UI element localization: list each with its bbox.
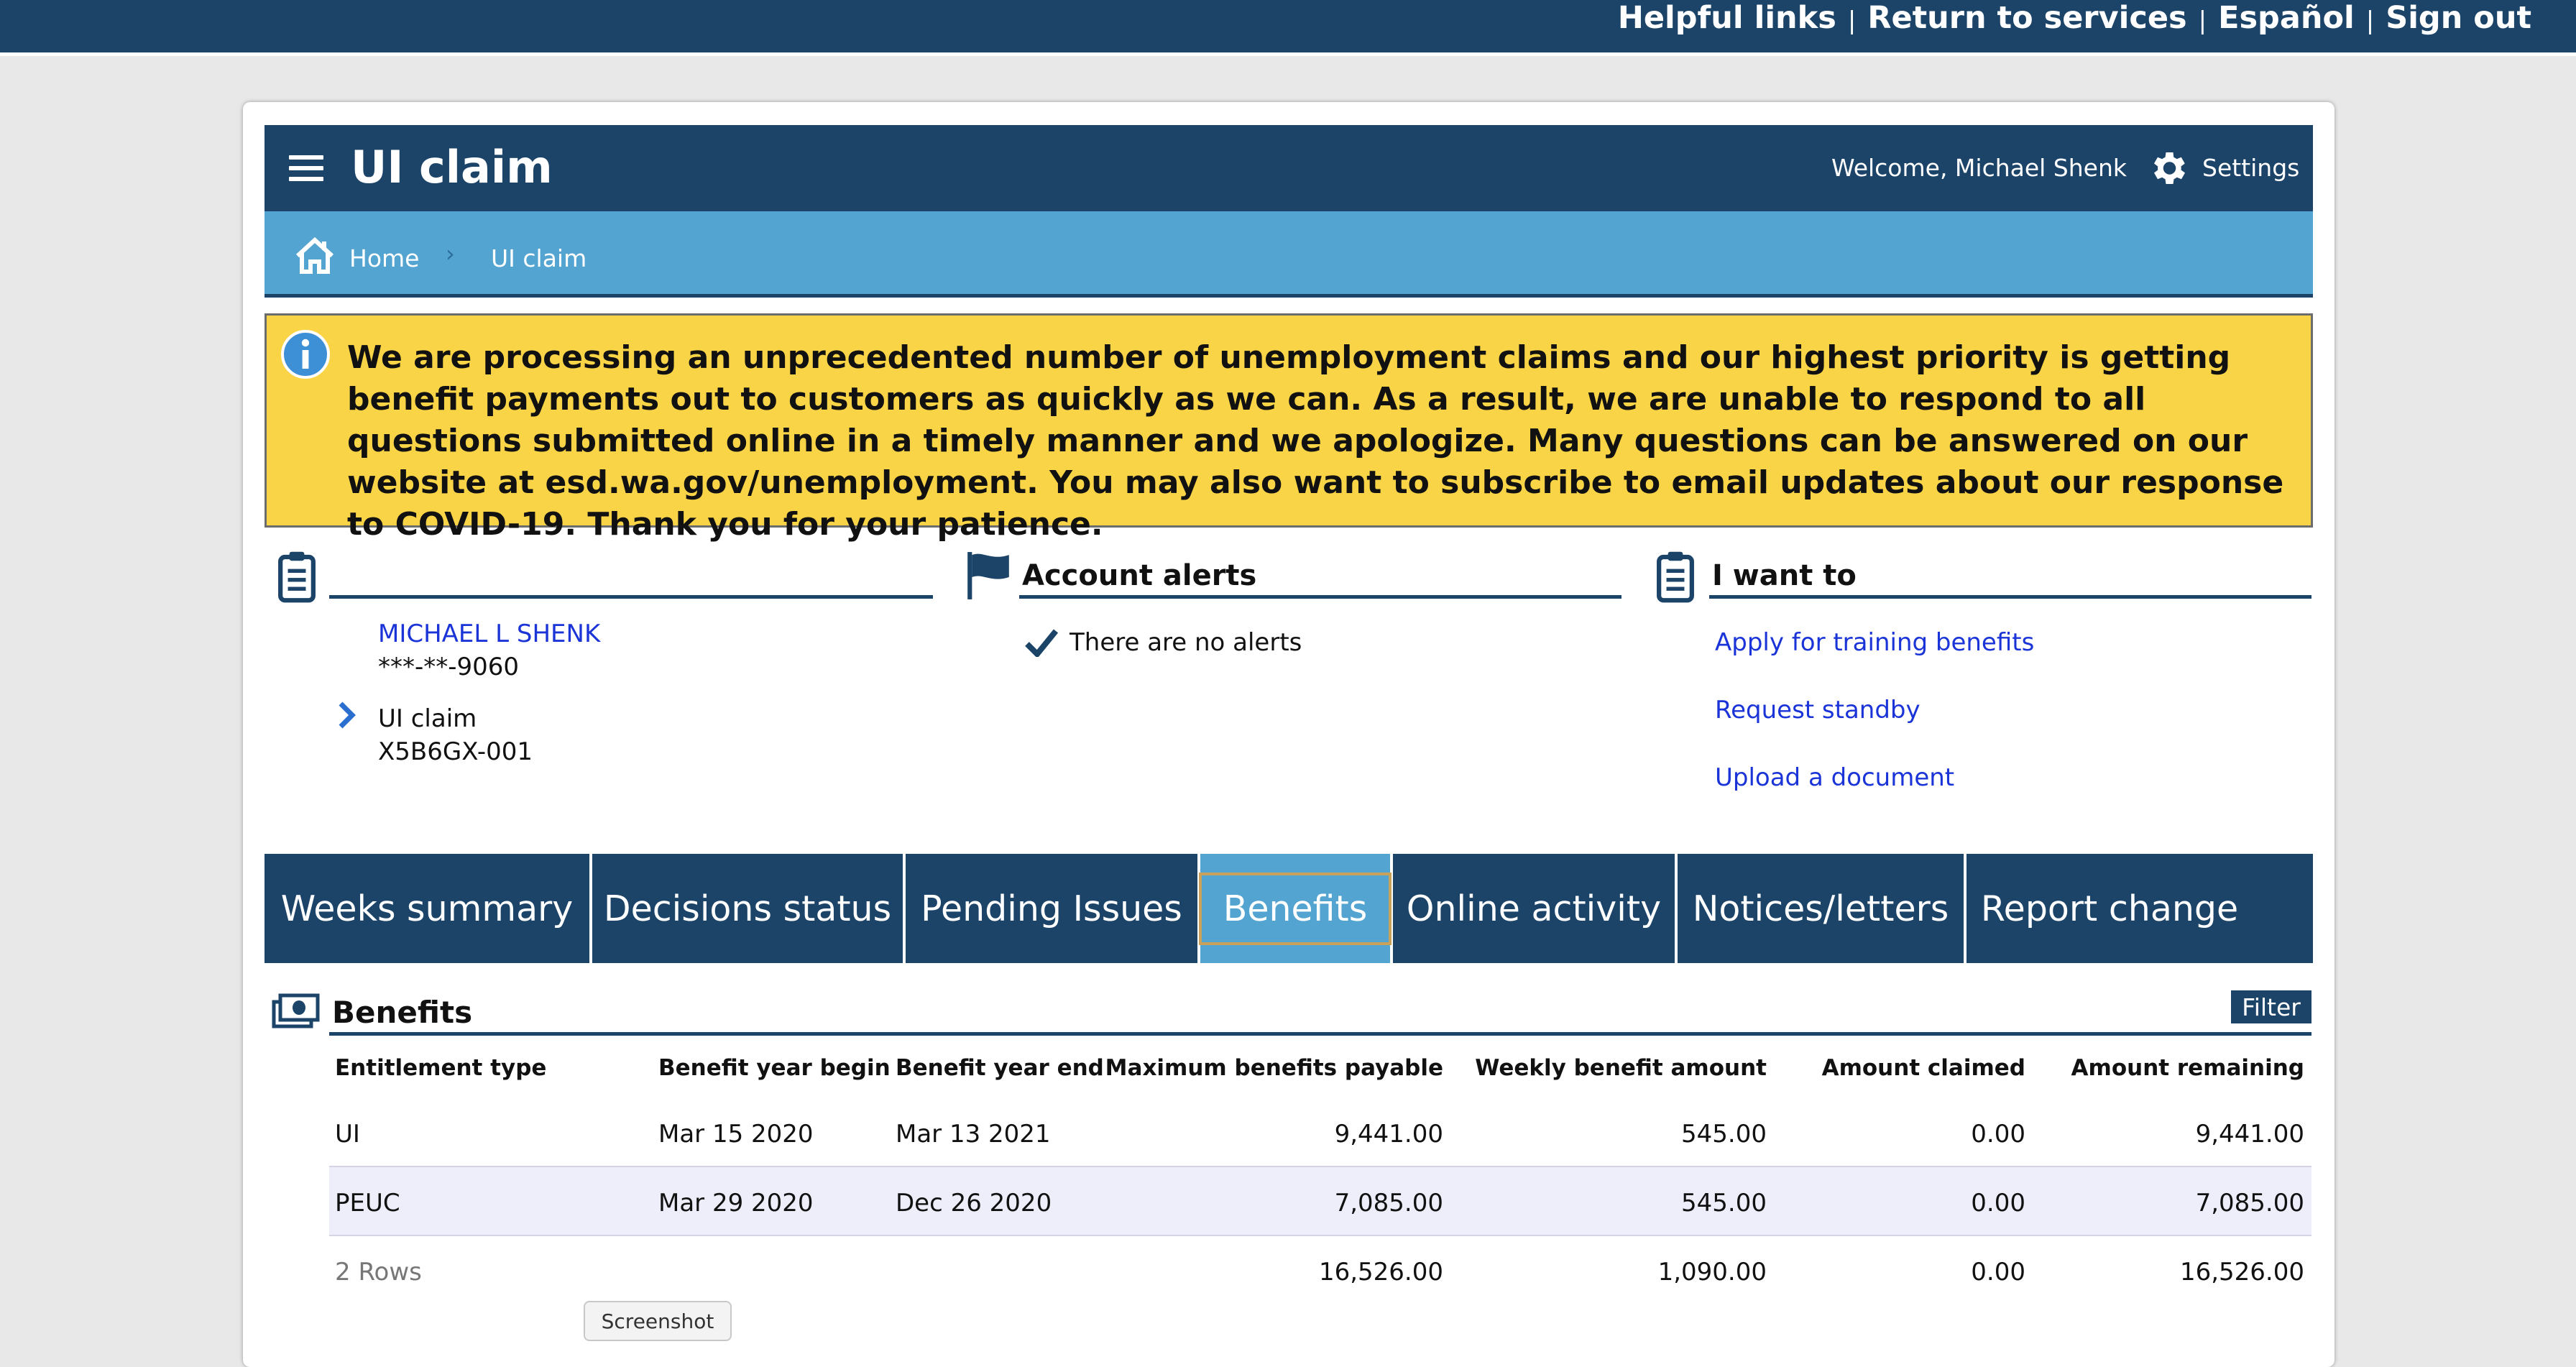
breadcrumb-separator: › xyxy=(446,240,455,267)
cell-entitlement-type: PEUC xyxy=(335,1189,400,1218)
tab-label: Notices/letters xyxy=(1692,888,1949,929)
tab-bar: Weeks summary Decisions status Pending I… xyxy=(264,854,2313,963)
page-title: UI claim xyxy=(351,141,553,193)
column-header-benefit-year-end[interactable]: Benefit year end xyxy=(896,1055,1104,1081)
claim-label[interactable]: UI claim xyxy=(378,704,477,733)
top-links: Helpful links | Return to services | Esp… xyxy=(1618,0,2531,36)
total-amount-remaining: 16,526.00 xyxy=(2179,1258,2304,1287)
tab-notices-letters[interactable]: Notices/letters xyxy=(1678,854,1966,963)
hamburger-menu-icon[interactable] xyxy=(289,155,323,181)
tab-benefits[interactable]: Benefits xyxy=(1198,854,1393,963)
cell-benefit-year-end: Dec 26 2020 xyxy=(896,1189,1052,1218)
clipboard-icon xyxy=(1657,551,1694,603)
chevron-right-icon xyxy=(339,701,356,729)
cell-maximum-benefits: 9,441.00 xyxy=(1334,1120,1443,1149)
cell-benefit-year-begin: Mar 29 2020 xyxy=(658,1189,814,1218)
espanol-link[interactable]: Español xyxy=(2218,0,2355,36)
tab-online-activity[interactable]: Online activity xyxy=(1393,854,1678,963)
tab-report-change[interactable]: Report change xyxy=(1966,854,2253,963)
cell-weekly-benefit: 545.00 xyxy=(1681,1120,1767,1149)
tab-label: Online activity xyxy=(1406,888,1662,929)
upload-document-link[interactable]: Upload a document xyxy=(1715,763,1954,792)
tab-pending-issues[interactable]: Pending Issues xyxy=(906,854,1200,963)
notice-banner: We are processing an unprecedented numbe… xyxy=(264,313,2313,543)
gear-icon[interactable] xyxy=(2146,147,2189,190)
flag-icon xyxy=(967,552,1009,599)
total-maximum-benefits: 16,526.00 xyxy=(1318,1258,1443,1287)
tab-label: Benefits xyxy=(1198,872,1392,945)
tab-label: Weeks summary xyxy=(280,888,574,929)
column-header-entitlement-type[interactable]: Entitlement type xyxy=(335,1055,546,1081)
notice-text: We are processing an unprecedented numbe… xyxy=(347,339,2284,543)
cell-amount-claimed: 0.00 xyxy=(1971,1189,2025,1218)
top-bar: Helpful links | Return to services | Esp… xyxy=(0,0,2576,56)
breadcrumb-current: UI claim xyxy=(491,244,587,272)
section-divider xyxy=(1019,595,1622,599)
column-header-amount-remaining[interactable]: Amount remaining xyxy=(2071,1055,2304,1081)
welcome-text: Welcome, Michael Shenk xyxy=(1831,154,2128,182)
tab-label: Pending Issues xyxy=(921,888,1182,929)
info-icon xyxy=(281,330,330,379)
claimant-name-link[interactable]: MICHAEL L SHENK xyxy=(378,620,600,648)
top-link-separator: | xyxy=(2198,6,2207,35)
sign-out-link[interactable]: Sign out xyxy=(2386,0,2531,36)
total-weekly-benefit: 1,090.00 xyxy=(1657,1258,1767,1287)
money-icon xyxy=(272,993,320,1028)
section-divider xyxy=(1709,595,2312,599)
cell-amount-remaining: 9,441.00 xyxy=(2195,1120,2304,1149)
column-header-weekly-benefit-amount[interactable]: Weekly benefit amount xyxy=(1475,1055,1767,1081)
breadcrumb: Home › UI claim xyxy=(264,211,2313,298)
column-header-benefit-year-begin[interactable]: Benefit year begin xyxy=(658,1055,891,1081)
column-header-amount-claimed[interactable]: Amount claimed xyxy=(1822,1055,2025,1081)
top-link-separator: | xyxy=(1847,6,1857,35)
total-amount-claimed: 0.00 xyxy=(1971,1258,2025,1287)
cell-benefit-year-end: Mar 13 2021 xyxy=(896,1120,1051,1149)
helpful-links-link[interactable]: Helpful links xyxy=(1618,0,1836,36)
cell-amount-remaining: 7,085.00 xyxy=(2195,1189,2304,1218)
account-alerts-heading: Account alerts xyxy=(1022,559,1257,592)
cell-entitlement-type: UI xyxy=(335,1120,360,1149)
claimant-ssn: ***-**-9060 xyxy=(378,653,520,681)
section-divider xyxy=(329,1032,2312,1036)
breadcrumb-home[interactable]: Home xyxy=(349,244,419,272)
apply-training-link[interactable]: Apply for training benefits xyxy=(1715,628,2034,657)
row-count: 2 Rows xyxy=(335,1258,422,1287)
checkmark-icon xyxy=(1025,629,1059,657)
cell-benefit-year-begin: Mar 15 2020 xyxy=(658,1120,814,1149)
tab-label: Decisions status xyxy=(603,888,892,929)
app-header: UI claim Welcome, Michael Shenk Settings xyxy=(264,125,2313,211)
tab-label: Report change xyxy=(1980,888,2239,929)
i-want-to-heading: I want to xyxy=(1712,559,1857,592)
column-header-maximum-benefits-payable[interactable]: Maximum benefits payable xyxy=(1105,1055,1443,1081)
filter-button[interactable]: Filter xyxy=(2231,990,2312,1023)
benefits-heading: Benefits xyxy=(332,995,473,1030)
tab-weeks-summary[interactable]: Weeks summary xyxy=(264,854,592,963)
no-alerts-text: There are no alerts xyxy=(1070,628,1302,657)
settings-link[interactable]: Settings xyxy=(2202,154,2299,182)
screenshot-tooltip: Screenshot xyxy=(584,1301,732,1341)
return-to-services-link[interactable]: Return to services xyxy=(1867,0,2186,36)
cell-weekly-benefit: 545.00 xyxy=(1681,1189,1767,1218)
cell-maximum-benefits: 7,085.00 xyxy=(1334,1189,1443,1218)
clipboard-icon xyxy=(278,551,316,603)
home-icon[interactable] xyxy=(295,237,335,275)
cell-amount-claimed: 0.00 xyxy=(1971,1120,2025,1149)
tab-decisions-status[interactable]: Decisions status xyxy=(592,854,906,963)
section-divider xyxy=(329,595,933,599)
request-standby-link[interactable]: Request standby xyxy=(1715,696,1920,724)
top-link-separator: | xyxy=(2365,6,2375,35)
claim-id: X5B6GX-001 xyxy=(378,737,533,766)
